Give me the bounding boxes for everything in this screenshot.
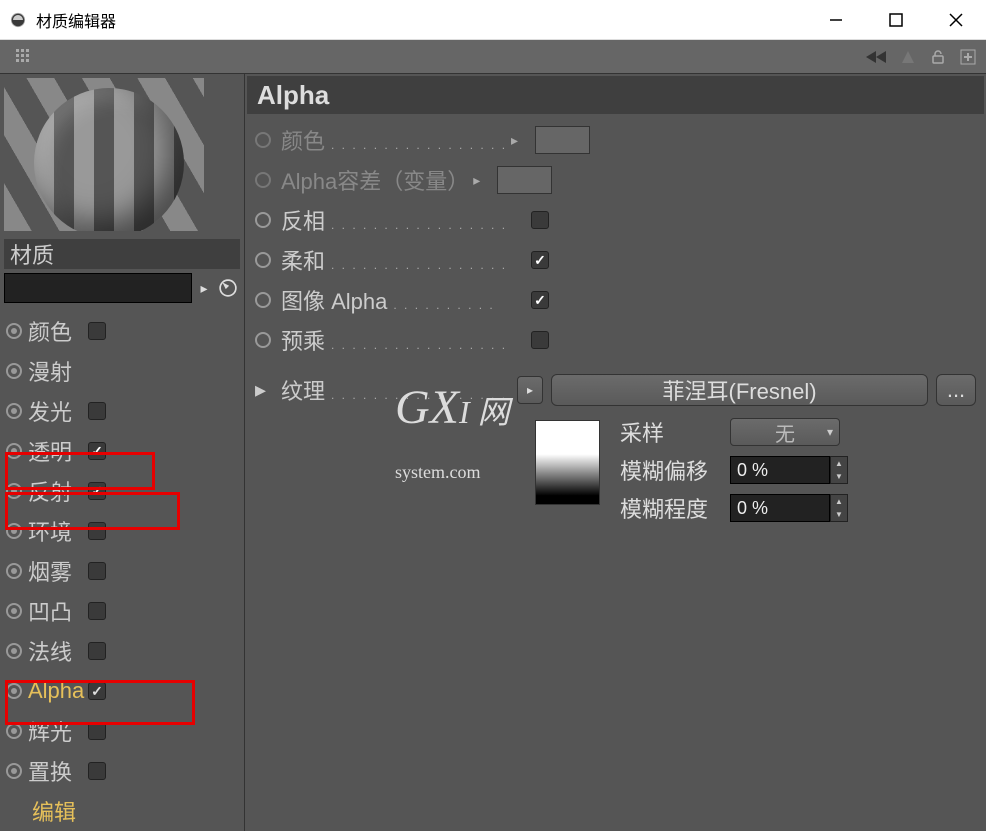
channel-normal[interactable]: 法线 xyxy=(2,631,242,671)
radio-icon xyxy=(6,603,22,619)
picker-button[interactable] xyxy=(216,273,240,303)
channel-alpha[interactable]: Alpha xyxy=(2,671,242,711)
texture-name-button[interactable]: 菲涅耳(Fresnel) xyxy=(551,374,928,406)
checkbox[interactable] xyxy=(531,291,549,309)
checkbox[interactable] xyxy=(88,762,106,780)
radio-icon xyxy=(6,483,22,499)
channel-color[interactable]: 颜色 xyxy=(2,311,242,351)
radio-icon xyxy=(255,132,271,148)
channel-reflection[interactable]: 反射 xyxy=(2,471,242,511)
texture-details: 采样 无 模糊偏移 0 % ▲▼ 模糊程度 0 % ▲▼ xyxy=(247,410,984,536)
arrow-icon: ▸ xyxy=(473,172,489,189)
channel-list: 颜色 漫射 发光 透明 反射 xyxy=(0,311,244,831)
prop-texture: ▸ 纹理. . . . . . . . . . . . . . . . . ▸ … xyxy=(247,370,984,410)
spinner[interactable]: ▲▼ xyxy=(830,494,848,522)
bluroffset-row: 模糊偏移 0 % ▲▼ xyxy=(620,454,976,486)
prop-tolerance: Alpha容差（变量） ▸ xyxy=(247,160,984,200)
value-field[interactable] xyxy=(497,166,552,194)
properties-panel: Alpha 颜色. . . . . . . . . . . . . . . . … xyxy=(245,74,986,831)
checkbox[interactable] xyxy=(88,602,106,620)
channel-transparency[interactable]: 透明 xyxy=(2,431,242,471)
checkbox[interactable] xyxy=(531,251,549,269)
radio-icon xyxy=(255,172,271,188)
radio-icon xyxy=(255,212,271,228)
radio-icon xyxy=(6,403,22,419)
color-swatch[interactable] xyxy=(535,126,590,154)
sampling-row: 采样 无 xyxy=(620,416,976,448)
channel-luminance[interactable]: 发光 xyxy=(2,391,242,431)
prop-imagealpha: 图像 Alpha. . . . . . . . . . xyxy=(247,280,984,320)
checkbox[interactable] xyxy=(531,331,549,349)
panel-header: Alpha xyxy=(247,76,984,114)
channel-bump[interactable]: 凹凸 xyxy=(2,591,242,631)
maximize-button[interactable] xyxy=(866,0,926,40)
texture-arrow-button[interactable]: ▸ xyxy=(517,376,543,404)
radio-icon xyxy=(6,363,22,379)
sampling-dropdown[interactable]: 无 xyxy=(730,418,840,446)
spinner[interactable]: ▲▼ xyxy=(830,456,848,484)
channel-displacement[interactable]: 置换 xyxy=(2,751,242,791)
prop-invert: 反相. . . . . . . . . . . . . . . . . xyxy=(247,200,984,240)
grid-icon[interactable] xyxy=(12,45,36,69)
radio-icon xyxy=(6,443,22,459)
channel-glow[interactable]: 辉光 xyxy=(2,711,242,751)
checkbox[interactable] xyxy=(88,562,106,580)
checkbox[interactable] xyxy=(88,482,106,500)
prop-color: 颜色. . . . . . . . . . . . . . . . . ▸ xyxy=(247,120,984,160)
material-name-label: 材质 xyxy=(4,239,240,269)
texture-thumbnail[interactable] xyxy=(535,420,600,505)
blurscale-input[interactable]: 0 % xyxy=(730,494,830,522)
radio-icon xyxy=(6,563,22,579)
main: 材质 ▸ 颜色 漫射 发光 xyxy=(0,74,986,831)
material-name-input[interactable] xyxy=(4,273,192,303)
prev-arrow-icon[interactable] xyxy=(866,45,890,69)
radio-icon xyxy=(255,252,271,268)
add-icon[interactable] xyxy=(956,45,980,69)
channel-diffuse[interactable]: 漫射 xyxy=(2,351,242,391)
lock-icon[interactable] xyxy=(926,45,950,69)
radio-icon xyxy=(6,523,22,539)
checkbox[interactable] xyxy=(88,682,106,700)
titlebar: 材质编辑器 xyxy=(0,0,986,40)
checkbox[interactable] xyxy=(88,522,106,540)
arrow-icon: ▸ xyxy=(255,377,271,403)
channel-edit[interactable]: 编辑 xyxy=(2,791,242,831)
material-preview[interactable] xyxy=(4,78,204,231)
prop-premultiply: 预乘. . . . . . . . . . . . . . . . . xyxy=(247,320,984,360)
checkbox[interactable] xyxy=(88,402,106,420)
up-icon[interactable] xyxy=(896,45,920,69)
prop-soft: 柔和. . . . . . . . . . . . . . . . . xyxy=(247,240,984,280)
radio-icon xyxy=(6,683,22,699)
radio-icon xyxy=(255,292,271,308)
radio-icon xyxy=(255,332,271,348)
bluroffset-input[interactable]: 0 % xyxy=(730,456,830,484)
checkbox[interactable] xyxy=(531,211,549,229)
radio-icon xyxy=(6,763,22,779)
checkbox[interactable] xyxy=(88,442,106,460)
checkbox[interactable] xyxy=(88,722,106,740)
minimize-button[interactable] xyxy=(806,0,866,40)
checkbox[interactable] xyxy=(88,642,106,660)
dropdown-button[interactable]: ▸ xyxy=(192,273,216,303)
texture-more-button[interactable]: ... xyxy=(936,374,976,406)
toolbar xyxy=(0,40,986,74)
window-title: 材质编辑器 xyxy=(36,8,806,32)
radio-icon xyxy=(6,323,22,339)
checkbox[interactable] xyxy=(88,322,106,340)
radio-icon xyxy=(6,723,22,739)
left-panel: 材质 ▸ 颜色 漫射 发光 xyxy=(0,74,245,831)
channel-environment[interactable]: 环境 xyxy=(2,511,242,551)
channel-fog[interactable]: 烟雾 xyxy=(2,551,242,591)
app-icon xyxy=(8,10,28,30)
material-name-row: ▸ xyxy=(0,273,244,303)
arrow-icon: ▸ xyxy=(511,132,527,149)
blurscale-row: 模糊程度 0 % ▲▼ xyxy=(620,492,976,524)
radio-icon xyxy=(6,643,22,659)
close-button[interactable] xyxy=(926,0,986,40)
